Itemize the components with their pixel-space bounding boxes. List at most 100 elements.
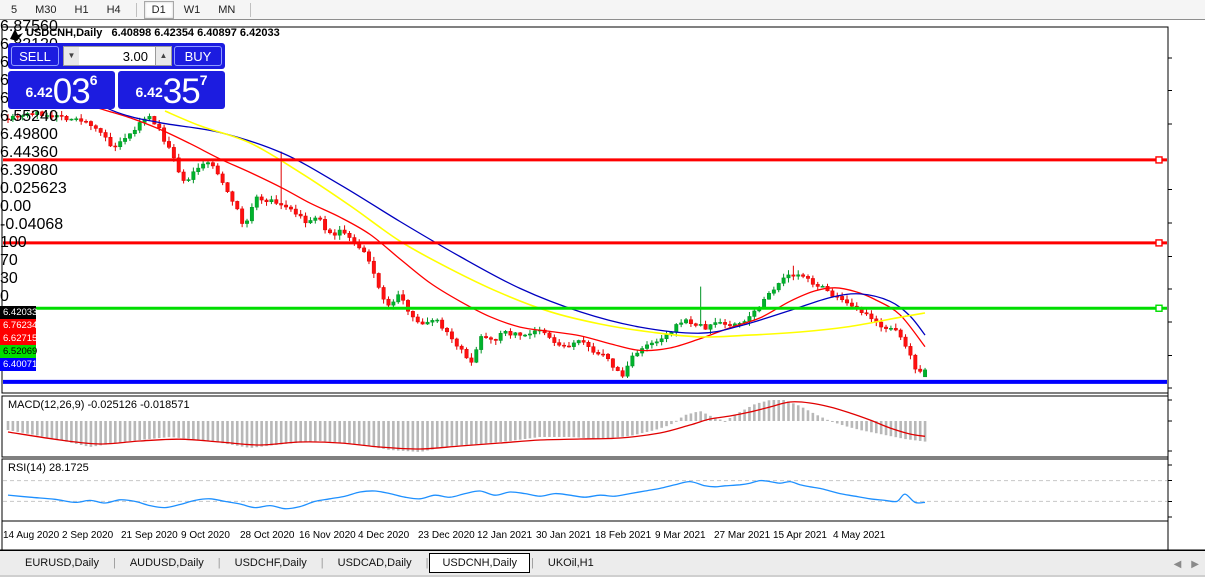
- candle-body: [289, 207, 292, 209]
- candle-body: [655, 342, 658, 343]
- candle-body: [299, 214, 302, 216]
- sell-price-sup: 6: [90, 72, 98, 88]
- macd-bar: [699, 411, 702, 421]
- timeframe-MN[interactable]: MN: [210, 1, 243, 19]
- candle-body: [494, 339, 497, 340]
- candle-body: [514, 333, 517, 335]
- candle-body: [475, 350, 478, 363]
- mt4-window: { "toolbar": { "items": [ {"label": "5"}…: [0, 0, 1205, 580]
- candle-body: [499, 333, 502, 340]
- macd-bar: [480, 421, 483, 444]
- candle-body: [592, 347, 595, 353]
- candle-body: [26, 113, 29, 115]
- macd-bar: [592, 421, 595, 439]
- candle-body: [909, 346, 912, 355]
- candle-body: [470, 358, 473, 362]
- candle-body: [509, 331, 512, 335]
- candle-body: [65, 116, 68, 120]
- candle-body: [450, 332, 453, 339]
- macd-bar: [187, 421, 190, 439]
- macd-bar: [109, 421, 112, 444]
- volume-decrease-button[interactable]: ▼: [63, 46, 80, 66]
- candle-body: [792, 275, 795, 276]
- macd-bar: [36, 421, 39, 436]
- macd-bar: [616, 421, 619, 437]
- candle-body: [436, 320, 439, 321]
- timeframe-H4[interactable]: H4: [99, 1, 129, 19]
- macd-bar: [99, 421, 102, 445]
- candle-body: [914, 355, 917, 369]
- macd-bar: [909, 421, 912, 440]
- tab-scroll-left-icon[interactable]: ◀: [1174, 559, 1182, 570]
- tab-eurusd-daily[interactable]: EURUSD,Daily: [12, 553, 112, 573]
- macd-bar: [41, 421, 44, 436]
- macd-bar: [655, 421, 658, 429]
- macd-bar: [85, 421, 88, 446]
- candle-body: [904, 337, 907, 346]
- timeframe-H1[interactable]: H1: [67, 1, 97, 19]
- candle-body: [558, 343, 561, 346]
- tab-usdcnh-daily[interactable]: USDCNH,Daily: [429, 553, 530, 573]
- candle-body: [611, 359, 614, 368]
- candle-body: [489, 338, 492, 340]
- timeframe-5[interactable]: 5: [3, 1, 25, 19]
- candle-body: [577, 340, 580, 342]
- macd-bar: [75, 421, 78, 444]
- candle-body: [884, 327, 887, 329]
- macd-bar: [651, 421, 654, 431]
- macd-bar: [485, 421, 488, 443]
- macd-bar: [870, 421, 873, 432]
- macd-bar: [46, 421, 49, 437]
- macd-bar: [558, 421, 561, 437]
- macd-bar: [768, 400, 771, 421]
- candle-body: [518, 333, 521, 336]
- chart-title: USDCNH,Daily 6.40898 6.42354 6.40897 6.4…: [26, 27, 280, 39]
- macd-bar: [231, 421, 234, 445]
- candle-body: [723, 322, 726, 324]
- candle-body: [597, 352, 600, 354]
- candle-body: [865, 313, 868, 314]
- tab-usdchf-daily[interactable]: USDCHF,Daily: [222, 553, 320, 573]
- sell-price-button[interactable]: 6.42036: [8, 71, 115, 109]
- tab-audusd-daily[interactable]: AUDUSD,Daily: [117, 553, 217, 573]
- candle-body: [148, 116, 151, 119]
- tab-ukoil-h1[interactable]: UKOil,H1: [535, 553, 607, 573]
- macd-bar: [597, 421, 600, 439]
- timeframe-W1[interactable]: W1: [176, 1, 209, 19]
- chart-symbol-label: USDCNH,Daily: [26, 27, 102, 39]
- sell-button[interactable]: SELL: [11, 46, 59, 66]
- buy-price-prefix: 6.42: [136, 84, 163, 100]
- macd-bar: [309, 421, 312, 442]
- candle-body: [679, 323, 682, 325]
- candle-body: [55, 115, 58, 117]
- macd-bar: [95, 421, 98, 446]
- buy-price-button[interactable]: 6.42357: [118, 71, 225, 109]
- candle-body: [665, 335, 668, 339]
- volume-increase-button[interactable]: ▲: [155, 46, 172, 66]
- candle-body: [411, 311, 414, 317]
- macd-bar: [421, 421, 424, 451]
- candle-body: [553, 338, 556, 343]
- tab-scroll-right-icon[interactable]: ▶: [1191, 559, 1199, 570]
- macd-bar: [899, 421, 902, 438]
- buy-button[interactable]: BUY: [174, 46, 222, 66]
- timeframe-D1[interactable]: D1: [144, 1, 174, 19]
- tab-separator: |: [426, 557, 429, 569]
- volume-input[interactable]: [79, 46, 156, 66]
- candle-body: [704, 324, 707, 329]
- candle-body: [187, 180, 190, 181]
- hline-handle: [1156, 305, 1162, 311]
- tab-usdcad-daily[interactable]: USDCAD,Daily: [325, 553, 425, 573]
- candle-body: [284, 205, 287, 207]
- macd-bar: [694, 412, 697, 421]
- candle-body: [787, 275, 790, 278]
- macd-bar: [455, 421, 458, 446]
- macd-bar: [534, 421, 537, 438]
- candle-body: [75, 119, 78, 120]
- tab-scroll-controls: ◀ ▶: [1174, 551, 1199, 577]
- candle-body: [621, 371, 624, 377]
- candle-body: [343, 230, 346, 233]
- candle-body: [416, 317, 419, 322]
- macd-bar: [860, 421, 863, 430]
- timeframe-M30[interactable]: M30: [27, 1, 64, 19]
